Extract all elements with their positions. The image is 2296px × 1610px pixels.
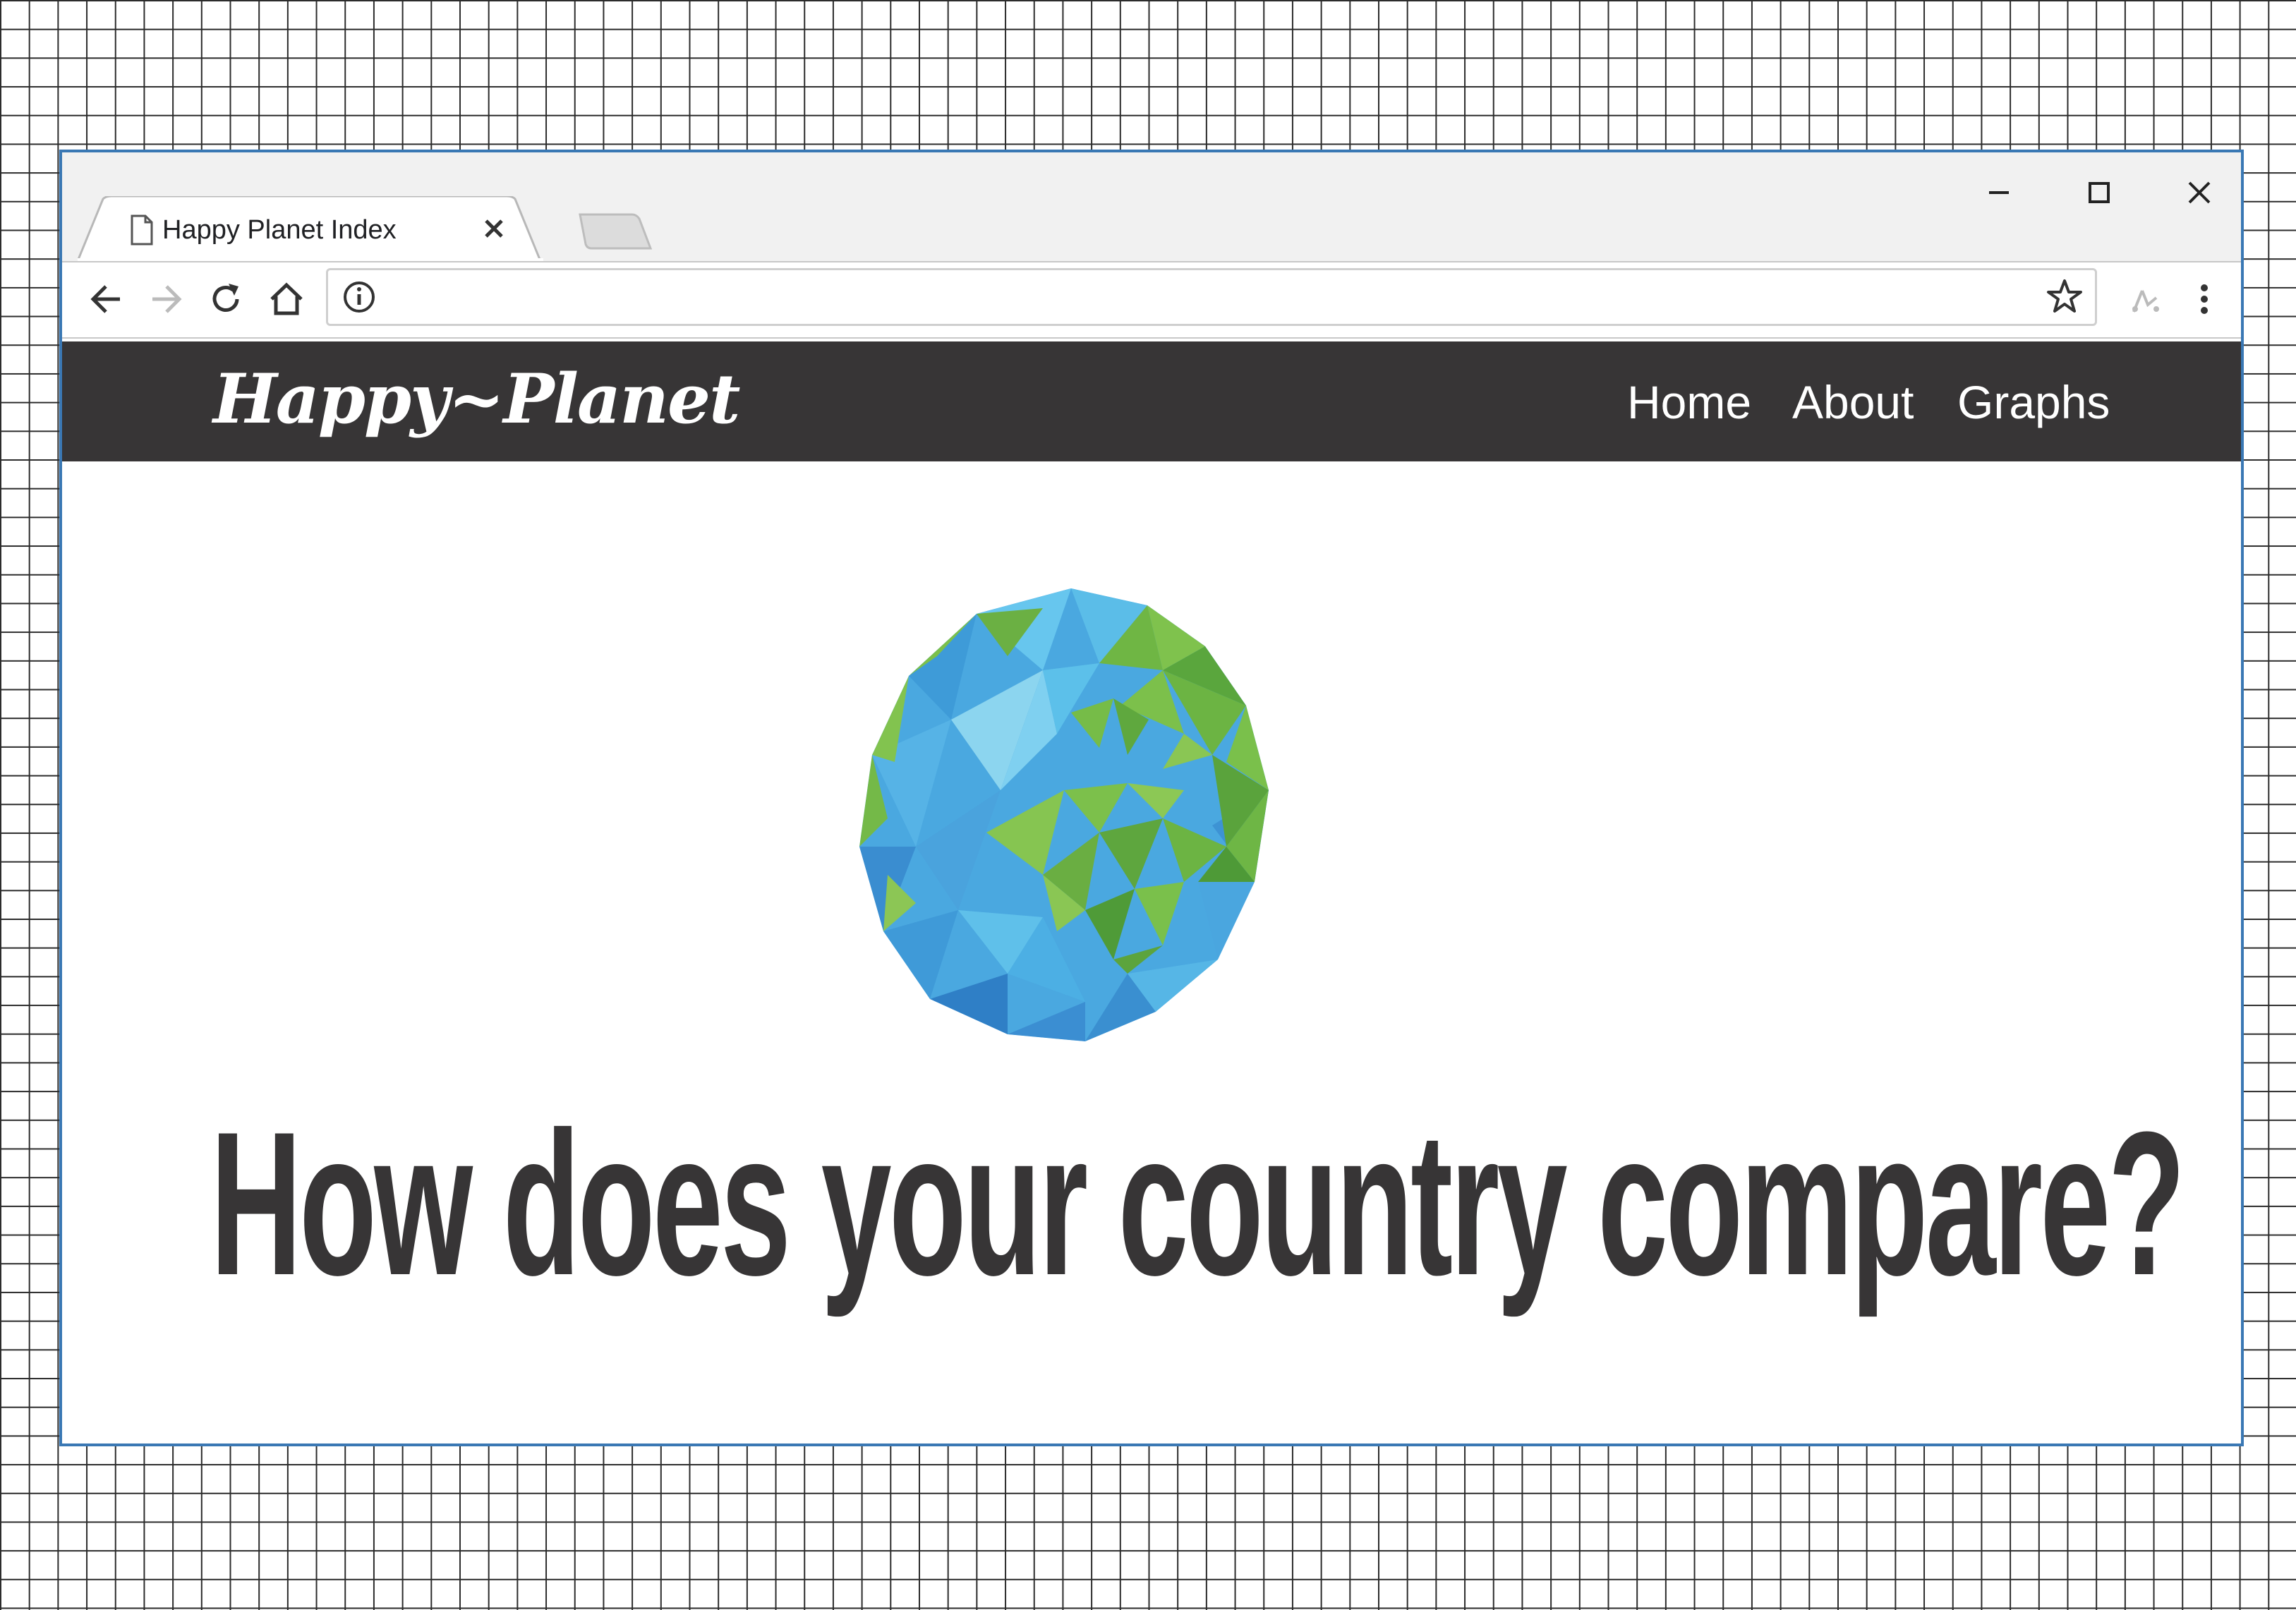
nav-link-about[interactable]: About [1792, 375, 1914, 429]
back-arrow-icon [90, 285, 120, 313]
forward-button[interactable] [144, 277, 189, 322]
bookmark-star-icon[interactable] [2046, 277, 2084, 315]
menu-button[interactable] [2182, 277, 2227, 322]
close-window-button[interactable] [2168, 168, 2231, 217]
info-icon[interactable] [341, 279, 377, 315]
extension-button[interactable] [2122, 277, 2168, 322]
minimize-icon [1989, 191, 2009, 194]
low-poly-globe-image [859, 588, 1269, 1041]
extension-icon [2132, 290, 2159, 313]
tab-happy-planet-index[interactable]: Happy Planet Index [78, 196, 543, 262]
document-icon [131, 214, 153, 246]
menu-kebab-icon [2201, 284, 2208, 314]
nav-link-graphs[interactable]: Graphs [1957, 375, 2110, 429]
home-button[interactable] [264, 277, 309, 322]
browser-window: Happy Planet Index Happy~Planet Home Abo… [59, 150, 2244, 1446]
tab-title: Happy Planet Index [162, 215, 397, 245]
reload-button[interactable] [203, 277, 248, 322]
site-navbar: Happy~Planet Home About Graphs [62, 341, 2241, 461]
forward-arrow-icon [152, 285, 182, 313]
new-tab-button[interactable] [577, 212, 655, 254]
browser-toolbar [62, 261, 2241, 337]
maximize-icon [2089, 182, 2110, 203]
tab-close-icon[interactable] [480, 214, 508, 243]
close-icon [2188, 181, 2211, 204]
minimize-button[interactable] [1967, 168, 2031, 217]
maximize-button[interactable] [2067, 168, 2131, 217]
nav-link-home[interactable]: Home [1627, 375, 1751, 429]
browser-chrome: Happy Planet Index [62, 152, 2241, 339]
hero-headline: How does your country compare? [210, 1089, 2185, 1318]
site-logo[interactable]: Happy~Planet [213, 357, 740, 442]
address-bar[interactable] [326, 268, 2097, 326]
home-icon [270, 282, 303, 315]
back-button[interactable] [83, 277, 128, 322]
reload-icon [212, 284, 239, 312]
